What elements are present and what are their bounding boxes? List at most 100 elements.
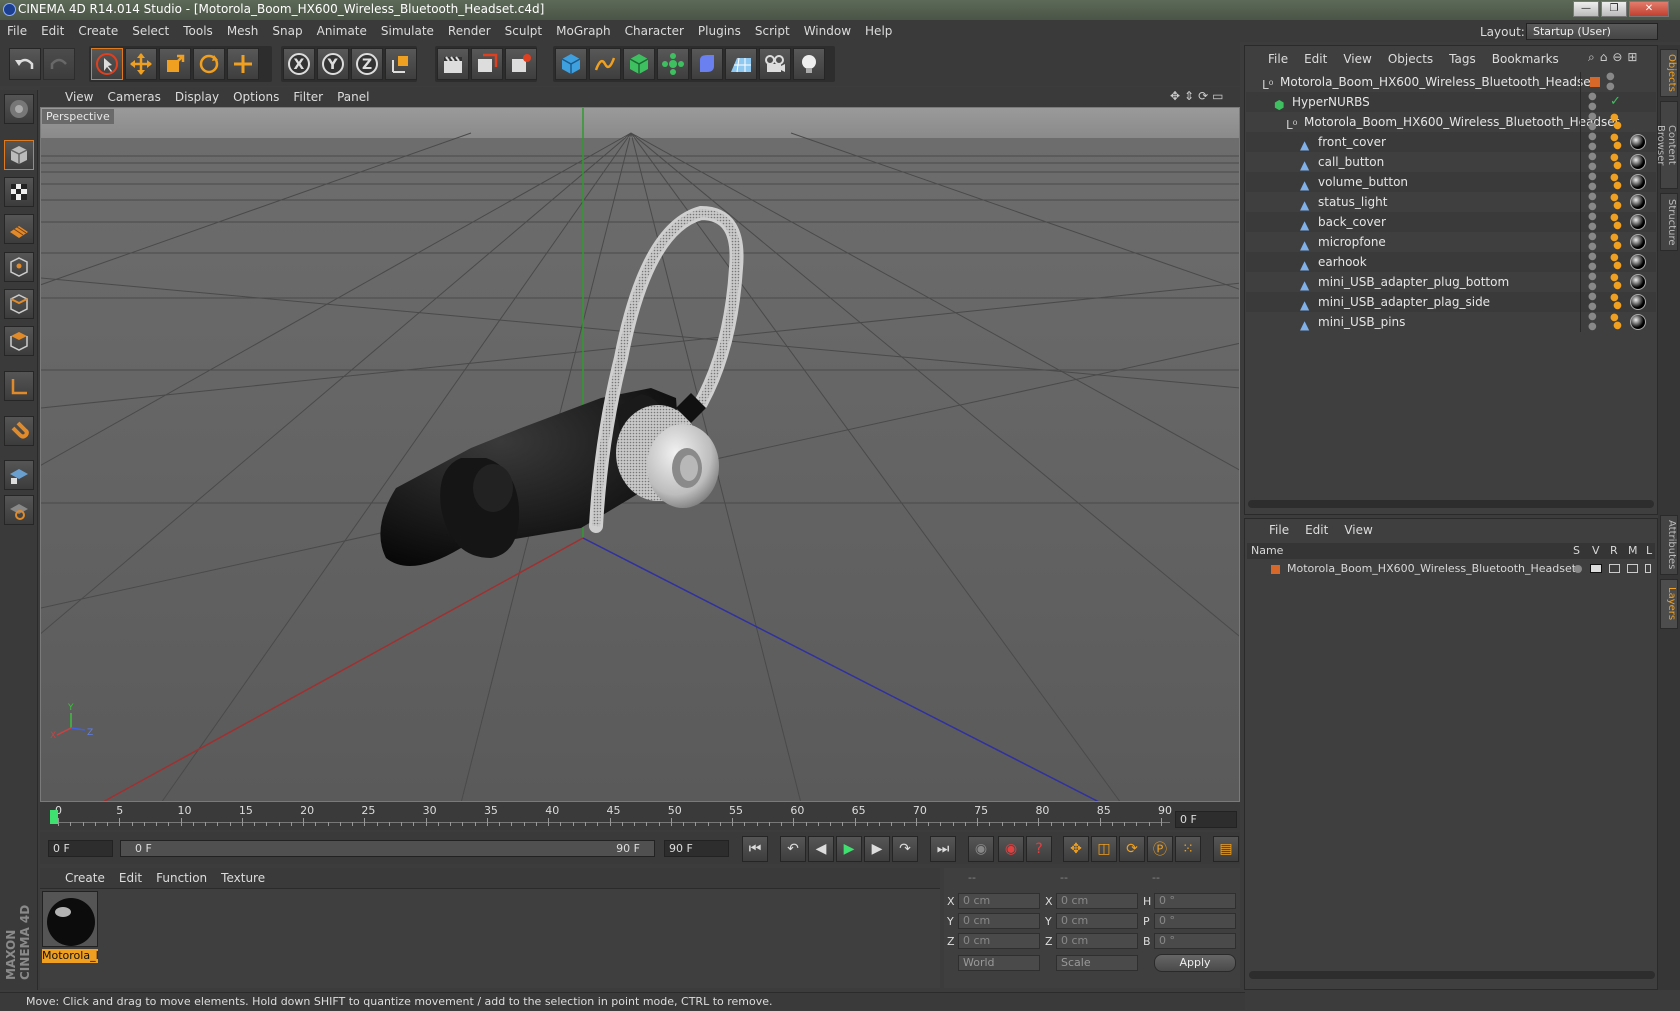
menu-file[interactable]: File (0, 20, 34, 42)
object-row[interactable]: ▲ status_light ● ● ● ● (1246, 192, 1656, 212)
object-name[interactable]: front_cover (1318, 132, 1386, 152)
spline-pen-icon[interactable] (589, 48, 621, 80)
layers-menu-file[interactable]: File (1261, 519, 1297, 541)
layers-menu-view[interactable]: View (1336, 519, 1380, 541)
next-key-icon[interactable]: ↷ (892, 836, 918, 862)
tab-layers[interactable]: Layers (1660, 579, 1678, 629)
render-picture-viewer-icon[interactable] (471, 48, 503, 80)
render-view-icon[interactable] (437, 48, 469, 80)
layer-color-swatch[interactable] (1271, 565, 1280, 574)
make-editable-icon[interactable] (4, 94, 34, 124)
rotation-p-field[interactable]: 0 ° (1154, 913, 1236, 929)
scale-tool-icon[interactable] (159, 48, 191, 80)
maximize-button[interactable]: ❐ (1601, 1, 1627, 17)
material-tag-icon[interactable] (1630, 314, 1646, 330)
objects-menu-file[interactable]: File (1260, 48, 1296, 70)
frame-range-slider[interactable]: 0 F 90 F (120, 840, 655, 857)
object-row[interactable]: L⁰ Motorola_Boom_HX600_Wireless_Bluetooth… (1246, 112, 1656, 132)
tab-attributes[interactable]: Attributes (1660, 515, 1678, 575)
redo-icon[interactable] (43, 48, 75, 80)
material-name[interactable]: Motorola_I (42, 949, 98, 963)
menu-simulate[interactable]: Simulate (374, 20, 441, 42)
viewport-menu-panel[interactable]: Panel (330, 87, 376, 107)
visibility-dots-icon[interactable]: ● ● (1588, 192, 1597, 212)
menu-mograph[interactable]: MoGraph (549, 20, 618, 42)
next-frame-icon[interactable]: ▶ (864, 836, 890, 862)
objects-horizontal-scrollbar[interactable] (1248, 500, 1654, 508)
material-menu-texture[interactable]: Texture (214, 868, 272, 888)
workplane-mode-icon[interactable] (4, 214, 34, 244)
previous-key-icon[interactable]: ↶ (780, 836, 806, 862)
play-icon[interactable]: ▶ (836, 836, 862, 862)
object-row[interactable]: ▲ back_cover ● ● ● ● (1246, 212, 1656, 232)
keyframe-selection-icon[interactable]: ? (1026, 836, 1052, 862)
size-x-field[interactable]: 0 cm (1056, 893, 1138, 909)
menu-plugins[interactable]: Plugins (691, 20, 748, 42)
3d-viewport[interactable]: Y X Z (40, 107, 1240, 802)
viewport-menu-cameras[interactable]: Cameras (100, 87, 167, 107)
menu-select[interactable]: Select (125, 20, 176, 42)
timeline[interactable]: 0 5 10 15 20 25 30 35 40 45 50 55 60 65 70 75 80 85 90 (40, 802, 1240, 830)
layer-row[interactable]: Motorola_Boom_HX600_Wireless_Bluetooth_H… (1247, 560, 1655, 578)
edges-mode-icon[interactable] (4, 289, 34, 319)
record-keys-icon[interactable]: ◉ (968, 836, 994, 862)
timeline-window-icon[interactable]: ▤ (1213, 836, 1239, 862)
current-frame-field[interactable]: 0 F (1175, 811, 1237, 828)
menu-help[interactable]: Help (858, 20, 899, 42)
render-settings-icon[interactable] (505, 48, 537, 80)
material-tag-icon[interactable] (1630, 234, 1646, 250)
z-axis-lock-icon[interactable]: Z (351, 48, 383, 80)
go-to-end-icon[interactable]: ⏭ (930, 836, 956, 862)
rotation-key-icon[interactable]: ⟳ (1119, 836, 1145, 862)
objects-search-icons[interactable]: ⌕⌂⊖⊞ (1588, 50, 1642, 65)
end-frame-field[interactable]: 90 F (664, 840, 729, 857)
viewport-menu-options[interactable]: Options (226, 87, 286, 107)
nurbs-icon[interactable] (623, 48, 655, 80)
apply-button[interactable]: Apply (1154, 954, 1236, 972)
phong-tag-icon[interactable]: ● ● (1610, 293, 1622, 311)
minimize-button[interactable]: — (1573, 1, 1599, 17)
object-row[interactable]: ▲ mini_USB_pins ● ● ● ● (1246, 312, 1656, 332)
visibility-dots-icon[interactable]: ● ● (1588, 152, 1597, 172)
size-y-field[interactable]: 0 cm (1056, 913, 1138, 929)
enabled-check-icon[interactable]: ✓ (1610, 92, 1621, 112)
layer-name[interactable]: Motorola_Boom_HX600_Wireless_Bluetooth_H… (1287, 560, 1576, 578)
viewport-menu-filter[interactable]: Filter (286, 87, 330, 107)
objects-menu-tags[interactable]: Tags (1441, 48, 1484, 70)
layer-render-icon[interactable] (1609, 564, 1620, 573)
phong-tag-icon[interactable]: ● ● (1610, 193, 1622, 211)
objects-menu-bookmarks[interactable]: Bookmarks (1484, 48, 1567, 70)
light-icon[interactable] (793, 48, 825, 80)
material-menu-function[interactable]: Function (149, 868, 214, 888)
menu-window[interactable]: Window (797, 20, 858, 42)
menu-create[interactable]: Create (71, 20, 125, 42)
material-tag-icon[interactable] (1630, 194, 1646, 210)
menu-edit[interactable]: Edit (34, 20, 71, 42)
material-tag-icon[interactable] (1630, 214, 1646, 230)
phong-tag-icon[interactable]: ● ● (1610, 133, 1622, 151)
material-tag-icon[interactable] (1630, 274, 1646, 290)
object-name[interactable]: micropfone (1318, 232, 1386, 252)
object-name[interactable]: Motorola_Boom_HX600_Wireless_Bluetooth_H… (1304, 112, 1619, 132)
visibility-dots-icon[interactable]: ● ● (1588, 272, 1597, 292)
object-row[interactable]: ▲ volume_button ● ● ● ● (1246, 172, 1656, 192)
objects-menu-view[interactable]: View (1335, 48, 1379, 70)
viewport-menu-view[interactable]: View (58, 87, 100, 107)
size-z-field[interactable]: 0 cm (1056, 933, 1138, 949)
axis-mode-icon[interactable] (4, 371, 34, 401)
rotate-tool-icon[interactable] (193, 48, 225, 80)
deformer-icon[interactable] (691, 48, 723, 80)
close-button[interactable]: ✕ (1629, 1, 1669, 17)
tab-objects[interactable]: Objects (1660, 49, 1678, 97)
menu-tools[interactable]: Tools (176, 20, 220, 42)
material-thumbnail[interactable] (42, 891, 98, 947)
position-y-field[interactable]: 0 cm (958, 913, 1040, 929)
start-frame-field[interactable]: 0 F (48, 840, 113, 857)
material-tag-icon[interactable] (1630, 134, 1646, 150)
object-name[interactable]: call_button (1318, 152, 1384, 172)
phong-tag-icon[interactable]: ● ● (1610, 213, 1622, 231)
object-row[interactable]: ▲ mini_USB_adapter_plag_side ● ● ● ● (1246, 292, 1656, 312)
objects-menu-objects[interactable]: Objects (1380, 48, 1441, 70)
object-row[interactable]: ▲ micropfone ● ● ● ● (1246, 232, 1656, 252)
object-row[interactable]: ▲ front_cover ● ● ● ● (1246, 132, 1656, 152)
